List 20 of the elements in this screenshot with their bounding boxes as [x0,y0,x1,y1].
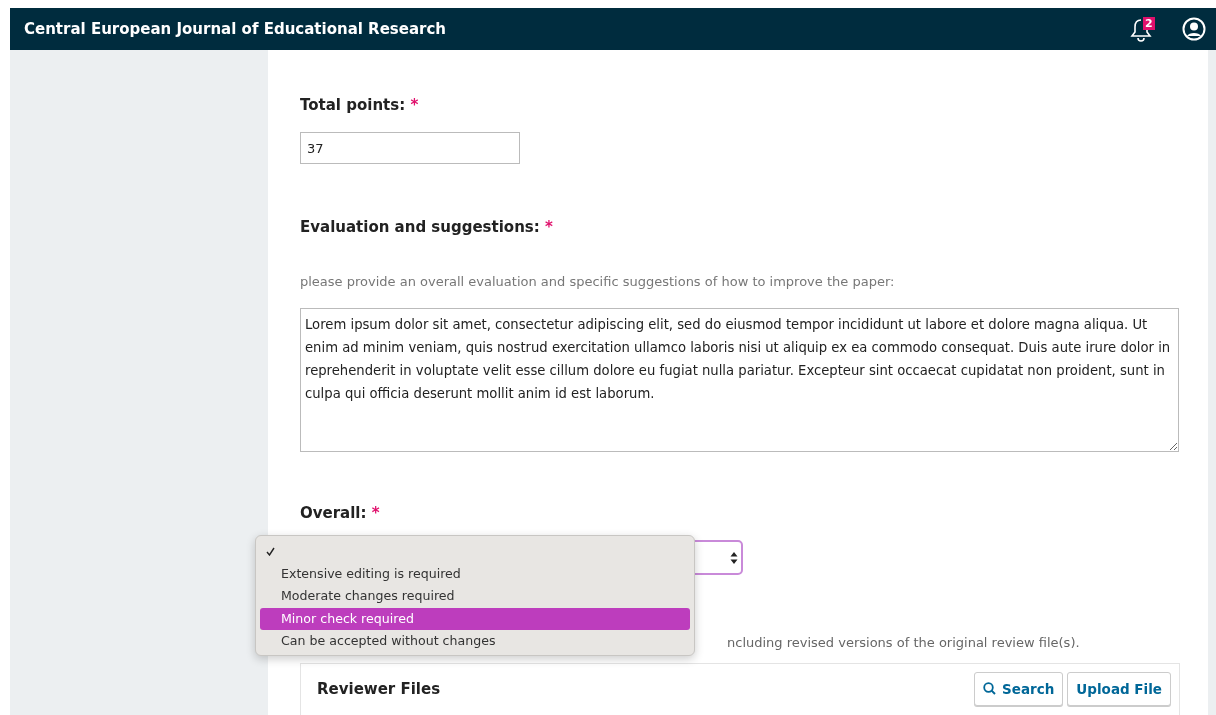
bell-icon[interactable] [1130,18,1152,42]
dropdown-option[interactable]: Can be accepted without changes [260,630,690,653]
upload-button[interactable]: Upload File [1067,671,1171,706]
total-points-field[interactable]: 37 [300,132,520,164]
field-label: Total points: * [300,96,420,114]
dropdown-option[interactable]: Moderate changes required [260,585,690,608]
field-label: Evaluation and suggestions: * [300,218,554,236]
files-note: ncluding revised versions of the original review file(s). [727,635,1081,650]
site-title[interactable]: Central European Journal of Educational Research [24,20,1130,38]
field-hint: please provide an overall evaluation and specific suggestions of how to improve the paper: [300,274,896,289]
notification-badge: 2 [1143,17,1155,30]
select-arrows-icon [730,550,738,565]
search-icon [983,682,997,695]
search-button[interactable]: Search [974,671,1064,706]
dropdown-option[interactable]: Extensive editing is required [260,562,690,585]
dropdown-option[interactable]: Minor check required [260,607,690,630]
panel-title: Reviewer Files [317,679,442,698]
evaluation-textarea[interactable]: Lorem ipsum dolor sit amet, consectetur adipiscing elit, sed do eiusmod tempor incididunt ut labore et dolore magna aliqua. Ut enim ad minim veniam, quis nostrud exercitation ullamco laboris nisi ut aliquip ex ea commodo consequat. Duis aute irure dolor in reprehenderit in voluptate velit esse cillum dolore eu fugiat nulla pariatur. Excepteur sint occaecat cupidatat non proident, sunt in culpa qui officia deserunt mollit anim id est laborum. [300,308,1179,452]
user-icon[interactable] [1182,17,1206,41]
field-label: Overall: * [300,504,381,522]
